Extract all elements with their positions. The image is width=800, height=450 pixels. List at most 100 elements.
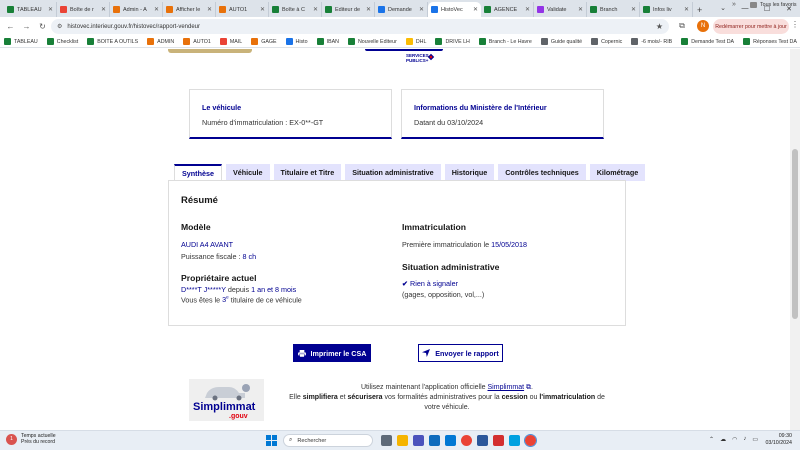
- address-bar[interactable]: ⚙ histovec.interieur.gouv.fr/histovec/ra…: [51, 19, 669, 34]
- word-icon[interactable]: [477, 435, 488, 446]
- browser-tab[interactable]: Branch ✕: [587, 2, 640, 17]
- tab-search-icon[interactable]: ⌄: [716, 2, 730, 14]
- chrome-icon[interactable]: [461, 435, 472, 446]
- close-tab-icon[interactable]: ✕: [101, 6, 106, 13]
- close-tab-icon[interactable]: ✕: [578, 6, 583, 13]
- close-tab-icon[interactable]: ✕: [260, 6, 265, 13]
- close-tab-icon[interactable]: ✕: [419, 6, 424, 13]
- fiscal-power: Puissance fiscale : 8 ch: [181, 252, 256, 261]
- tab-kilometrage[interactable]: Kilométrage: [589, 164, 646, 181]
- close-tab-icon[interactable]: ✕: [154, 6, 159, 13]
- battery-icon[interactable]: ▭: [752, 436, 758, 443]
- close-tab-icon[interactable]: ✕: [525, 6, 530, 13]
- profile-avatar[interactable]: N: [697, 20, 709, 32]
- new-tab-icon[interactable]: +: [697, 2, 707, 17]
- tab-situation-administrative[interactable]: Situation administrative: [345, 164, 441, 181]
- taskbar-search-placeholder: Rechercher: [297, 437, 327, 444]
- clock[interactable]: 09:30 03/10/2024: [765, 433, 792, 447]
- simplimmat-link[interactable]: Simplimmat: [488, 384, 525, 391]
- bookmark-item[interactable]: Réponses Test DA: [743, 38, 797, 45]
- bookmark-item[interactable]: Guide qualité: [540, 38, 582, 45]
- more-bookmarks-icon[interactable]: »: [732, 1, 736, 8]
- menu-kebab-icon[interactable]: ⋮: [791, 20, 799, 29]
- site-info-icon[interactable]: ⚙: [57, 23, 62, 30]
- volume-icon[interactable]: ♪: [743, 436, 746, 443]
- bookmark-item[interactable]: IBAN: [316, 38, 339, 45]
- bookmark-item[interactable]: Demande Test DA: [681, 38, 734, 45]
- mail-icon[interactable]: [445, 435, 456, 446]
- all-bookmarks-button[interactable]: Tous les favoris: [750, 2, 797, 8]
- skype-icon[interactable]: [509, 435, 520, 446]
- bookmark-item[interactable]: Checklist: [46, 38, 78, 45]
- task-view-icon[interactable]: [381, 435, 392, 446]
- extensions-icon[interactable]: ⧉: [676, 20, 688, 32]
- bookmark-item[interactable]: Branch - Le Havre: [478, 38, 532, 45]
- bookmark-item[interactable]: MAIL: [219, 38, 242, 45]
- bookmark-item[interactable]: DRIVE LH: [435, 38, 470, 45]
- browser-tab[interactable]: Validate ✕: [534, 2, 587, 17]
- cloud-icon[interactable]: ☁: [720, 436, 726, 443]
- bookmark-item[interactable]: Nouvelle Editeur: [347, 38, 397, 45]
- browser-tab[interactable]: Afficher le ✕: [163, 2, 216, 17]
- forward-icon[interactable]: →: [20, 20, 33, 33]
- taskbar-search[interactable]: ⌕ Rechercher: [283, 434, 373, 447]
- chrome-active-icon[interactable]: [524, 434, 537, 447]
- bookmark-item[interactable]: GAGE: [251, 38, 277, 45]
- simplimmat-logo: Simplimmat .gouv: [189, 379, 264, 421]
- chevron-up-icon[interactable]: ⌃: [709, 436, 714, 443]
- browser-tab[interactable]: Boîte à C ✕: [269, 2, 322, 17]
- browser-tab[interactable]: Éditeur de ✕: [322, 2, 375, 17]
- bookmark-star-icon[interactable]: ★: [656, 22, 663, 31]
- tab-title: TABLEAU: [17, 6, 42, 13]
- bookmark-item[interactable]: DHL: [405, 38, 426, 45]
- tab-titulaire-et-titre[interactable]: Titulaire et Titre: [273, 164, 342, 181]
- bookmark-item[interactable]: TABLEAU: [4, 38, 38, 45]
- back-icon[interactable]: ←: [4, 20, 17, 33]
- browser-tab-strip: TABLEAU ✕ Boîte de r ✕ Admin - A ✕ Afficher le…: [0, 0, 800, 17]
- browser-tab[interactable]: HistoVec ✕: [428, 2, 481, 17]
- close-tab-icon[interactable]: ✕: [313, 6, 318, 13]
- close-tab-icon[interactable]: ✕: [684, 6, 689, 13]
- bookmark-item[interactable]: -6 mois/- RIB: [631, 38, 672, 45]
- browser-tab[interactable]: Demande ✕: [375, 2, 428, 17]
- close-tab-icon[interactable]: ✕: [366, 6, 371, 13]
- send-report-button[interactable]: Envoyer le rapport: [418, 344, 503, 362]
- teams-icon[interactable]: [413, 435, 424, 446]
- restart-update-button[interactable]: Redémarrer pour mettre à jour: [713, 19, 789, 34]
- file-explorer-icon[interactable]: [397, 435, 408, 446]
- wifi-icon[interactable]: ◠: [732, 436, 737, 443]
- weather-widget[interactable]: 1 Temps actuelle Près du record: [6, 433, 56, 445]
- system-tray: ⌃ ☁ ◠ ♪ ▭: [703, 436, 758, 443]
- folder-icon: [750, 2, 757, 8]
- tab-synthese[interactable]: Synthèse: [174, 164, 222, 181]
- tab-controles-techniques[interactable]: Contrôles techniques: [498, 164, 586, 181]
- browser-tab[interactable]: Infos liv ✕: [640, 2, 693, 17]
- bookmark-item[interactable]: Copernic: [591, 38, 622, 45]
- browser-tab[interactable]: AGENCE ✕: [481, 2, 534, 17]
- close-tab-icon[interactable]: ✕: [473, 6, 478, 13]
- tab-title: HistoVec: [441, 6, 463, 13]
- close-tab-icon[interactable]: ✕: [207, 6, 212, 13]
- browser-tab[interactable]: Admin - A ✕: [110, 2, 163, 17]
- clock-date: 03/10/2024: [765, 440, 792, 446]
- browser-tab[interactable]: AUTO1 ✕: [216, 2, 269, 17]
- bookmark-item[interactable]: AUTO1: [183, 38, 211, 45]
- print-csa-button[interactable]: Imprimer le CSA: [293, 344, 371, 362]
- header-logo-strip: [168, 49, 252, 53]
- browser-tab[interactable]: Boîte de r ✕: [57, 2, 110, 17]
- page-scrollbar[interactable]: [790, 49, 800, 430]
- pdf-icon[interactable]: [493, 435, 504, 446]
- reload-icon[interactable]: ↻: [36, 20, 49, 33]
- scrollbar-thumb[interactable]: [792, 149, 798, 319]
- admin-detail: (gages, opposition, vol,...): [402, 290, 485, 299]
- bookmark-item[interactable]: Histo: [285, 38, 308, 45]
- bookmark-item[interactable]: ADMIN: [147, 38, 174, 45]
- tab-vehicule[interactable]: Véhicule: [225, 164, 270, 181]
- edge-icon[interactable]: [429, 435, 440, 446]
- browser-tab[interactable]: TABLEAU ✕: [4, 2, 57, 17]
- tab-historique[interactable]: Historique: [444, 164, 495, 181]
- close-tab-icon[interactable]: ✕: [631, 6, 636, 13]
- bookmark-item[interactable]: BOITE A OUTILS: [87, 38, 138, 45]
- windows-start-icon[interactable]: [266, 435, 277, 446]
- close-tab-icon[interactable]: ✕: [48, 6, 53, 13]
